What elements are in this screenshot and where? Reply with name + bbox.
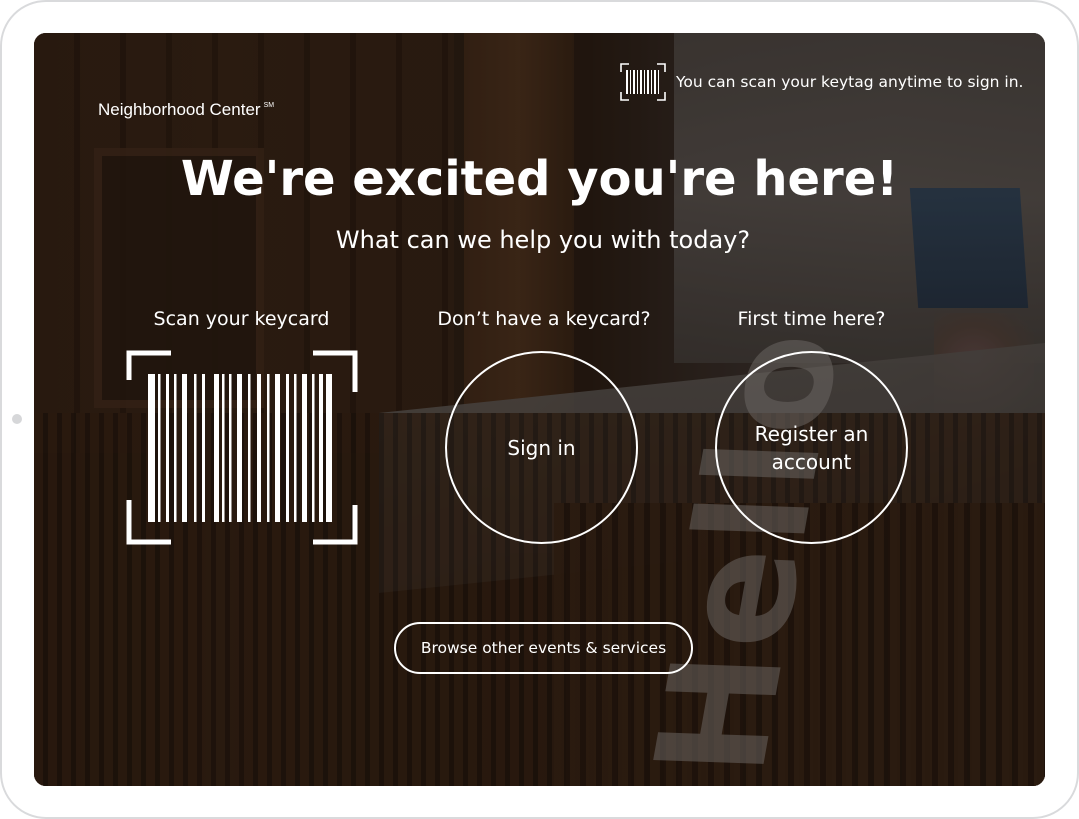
- scan-hint: You can scan your keytag anytime to sign…: [620, 63, 1023, 101]
- no-keycard-label: Don’t have a keycard?: [437, 308, 651, 330]
- register-account-label: Register an account: [754, 421, 869, 474]
- page-title: We're excited you're here!: [180, 151, 899, 207]
- kiosk-screen: Hello Neighborhood Center SM You can sca…: [34, 33, 1045, 786]
- sign-in-label: Sign in: [507, 435, 576, 460]
- scan-hint-text: You can scan your keytag anytime to sign…: [676, 73, 1024, 91]
- tablet-camera-dot: [12, 414, 22, 424]
- browse-events-button[interactable]: Browse other events & services: [394, 622, 693, 674]
- page-subtitle: What can we help you with today?: [335, 226, 751, 254]
- register-account-button[interactable]: Register an account: [715, 351, 908, 544]
- sign-in-button[interactable]: Sign in: [445, 351, 638, 544]
- brand-logo: Neighborhood Center SM: [98, 100, 274, 120]
- barcode-scan-icon: [126, 350, 358, 545]
- barcode-icon: [620, 63, 666, 101]
- first-time-label: First time here?: [737, 308, 886, 330]
- scan-keycard-label: Scan your keycard: [153, 308, 330, 330]
- brand-service-mark: SM: [263, 102, 275, 109]
- brand-name: Neighborhood Center: [98, 100, 261, 119]
